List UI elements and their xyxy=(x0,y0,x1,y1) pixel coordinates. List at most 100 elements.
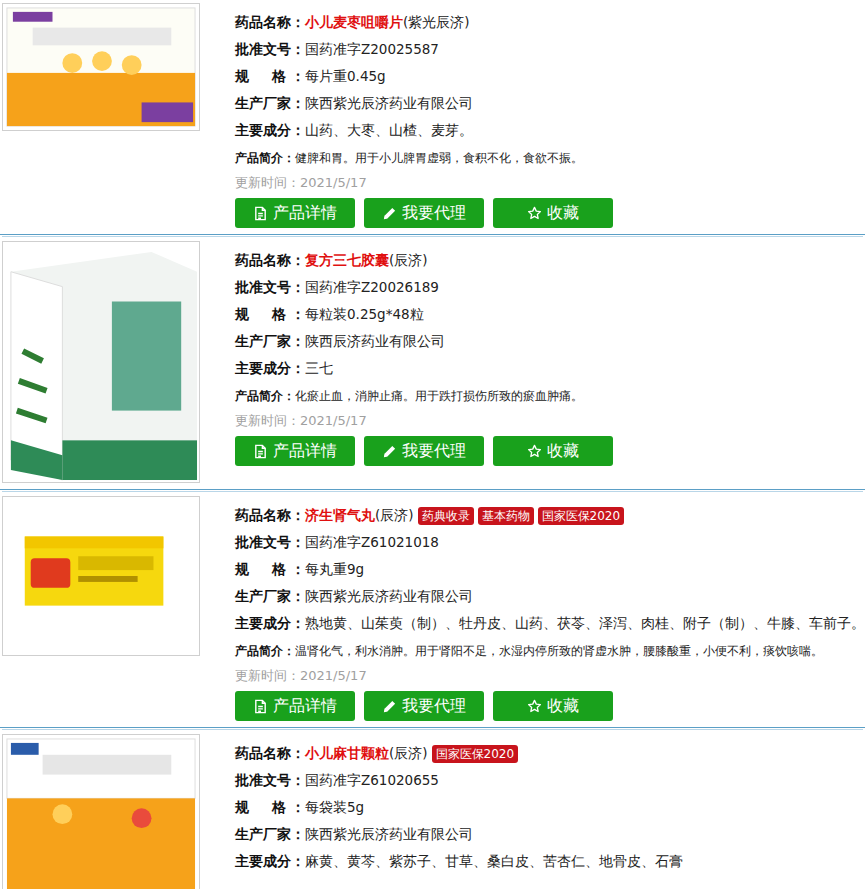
intro-line: 产品简介：健脾和胃。用于小儿脾胃虚弱，食积不化，食欲不振。 xyxy=(235,144,865,172)
field-label: 生产厂家： xyxy=(235,328,305,355)
product-row: 药品名称：复方三七胶囊(辰济)批准文号：国药准字Z20026189规 格：每粒装… xyxy=(0,238,865,490)
star-icon xyxy=(527,699,542,714)
button-label: 产品详情 xyxy=(273,441,337,462)
field-value: 国药准字Z61021018 xyxy=(305,529,439,556)
name-line: 药品名称：小儿麻甘颗粒(辰济)国家医保2020 xyxy=(235,740,865,767)
product-info: 药品名称：济生肾气丸(辰济)药典收录基本药物国家医保2020批准文号：国药准字Z… xyxy=(235,496,865,721)
field-value: 陕西紫光辰济药业有限公司 xyxy=(305,821,473,848)
product-image[interactable] xyxy=(2,3,200,131)
name-label: 药品名称： xyxy=(235,247,305,274)
name-line: 药品名称：复方三七胶囊(辰济) xyxy=(235,247,865,274)
update-time: 更新时间：2021/5/17 xyxy=(235,410,865,432)
favorite-button[interactable]: 收藏 xyxy=(493,436,613,466)
field-label: 批准文号： xyxy=(235,767,305,794)
field-line: 批准文号：国药准字Z20026189 xyxy=(235,274,865,301)
product-badge: 基本药物 xyxy=(478,507,534,525)
product-badge: 国家医保2020 xyxy=(432,745,519,763)
button-label: 收藏 xyxy=(547,203,579,224)
intro-value: 健脾和胃。用于小儿脾胃虚弱，食积不化，食欲不振。 xyxy=(295,144,583,172)
field-label: 规 格： xyxy=(235,301,305,328)
product-brand: (辰济) xyxy=(389,740,428,767)
field-value: 三七 xyxy=(305,355,333,382)
update-time: 更新时间：2021/5/17 xyxy=(235,172,865,194)
product-brand: (紫光辰济) xyxy=(403,9,470,36)
product-info: 药品名称：小儿麻甘颗粒(辰济)国家医保2020批准文号：国药准字Z6102065… xyxy=(235,734,865,875)
field-value: 陕西紫光辰济药业有限公司 xyxy=(305,90,473,117)
product-image[interactable] xyxy=(2,496,200,656)
product-name[interactable]: 济生肾气丸 xyxy=(305,502,375,529)
field-label: 规 格： xyxy=(235,63,305,90)
field-label: 批准文号： xyxy=(235,36,305,63)
product-image[interactable] xyxy=(2,241,200,483)
field-label: 批准文号： xyxy=(235,529,305,556)
field-value: 每袋装5g xyxy=(305,794,364,821)
product-list: 药品名称：小儿麦枣咀嚼片(紫光辰济)批准文号：国药准字Z20025587规 格：… xyxy=(0,0,865,889)
button-label: 我要代理 xyxy=(402,441,466,462)
button-bar: 产品详情 我要代理 收藏 xyxy=(235,436,865,466)
intro-label: 产品简介： xyxy=(235,144,295,172)
detail-button[interactable]: 产品详情 xyxy=(235,198,355,228)
favorite-button[interactable]: 收藏 xyxy=(493,198,613,228)
field-label: 规 格： xyxy=(235,556,305,583)
detail-button[interactable]: 产品详情 xyxy=(235,691,355,721)
product-name[interactable]: 复方三七胶囊 xyxy=(305,247,389,274)
field-line: 规 格：每片重0.45g xyxy=(235,63,865,90)
field-label: 生产厂家： xyxy=(235,583,305,610)
field-label: 生产厂家： xyxy=(235,821,305,848)
detail-button[interactable]: 产品详情 xyxy=(235,436,355,466)
field-line: 规 格：每袋装5g xyxy=(235,794,865,821)
name-label: 药品名称： xyxy=(235,9,305,36)
product-brand: (辰济) xyxy=(375,502,414,529)
button-label: 产品详情 xyxy=(273,696,337,717)
field-label: 生产厂家： xyxy=(235,90,305,117)
field-value: 麻黄、黄芩、紫苏子、甘草、桑白皮、苦杏仁、地骨皮、石膏 xyxy=(305,848,683,875)
product-image[interactable] xyxy=(2,734,200,889)
intro-label: 产品简介： xyxy=(235,382,295,410)
agent-button[interactable]: 我要代理 xyxy=(364,436,484,466)
pencil-icon xyxy=(382,699,397,714)
field-value: 每粒装0.25g*48粒 xyxy=(305,301,424,328)
product-info: 药品名称：复方三七胶囊(辰济)批准文号：国药准字Z20026189规 格：每粒装… xyxy=(235,241,865,466)
product-badge: 药典收录 xyxy=(418,507,474,525)
button-bar: 产品详情我要代理 收藏 xyxy=(235,198,865,228)
product-row: 药品名称：小儿麻甘颗粒(辰济)国家医保2020批准文号：国药准字Z6102065… xyxy=(0,731,865,889)
field-value: 熟地黄、山茱萸（制）、牡丹皮、山药、茯苓、泽泻、肉桂、附子（制）、牛膝、车前子。 xyxy=(305,610,865,637)
star-icon xyxy=(527,444,542,459)
agent-button[interactable]: 我要代理 xyxy=(364,691,484,721)
product-name[interactable]: 小儿麻甘颗粒 xyxy=(305,740,389,767)
product-name[interactable]: 小儿麦枣咀嚼片 xyxy=(305,9,403,36)
intro-value: 化瘀止血，消肿止痛。用于跌打损伤所致的瘀血肿痛。 xyxy=(295,382,583,410)
intro-line: 产品简介：温肾化气，利水消肿。用于肾阳不足，水湿内停所致的肾虚水肿，腰膝酸重，小… xyxy=(235,637,865,665)
button-bar: 产品详情 我要代理 收藏 xyxy=(235,691,865,721)
field-label: 规 格： xyxy=(235,794,305,821)
field-label: 主要成分： xyxy=(235,848,305,875)
field-label: 批准文号： xyxy=(235,274,305,301)
field-line: 生产厂家：陕西辰济药业有限公司 xyxy=(235,328,865,355)
field-label: 主要成分： xyxy=(235,117,305,144)
favorite-button[interactable]: 收藏 xyxy=(493,691,613,721)
field-value: 每丸重9g xyxy=(305,556,364,583)
field-line: 批准文号：国药准字Z20025587 xyxy=(235,36,865,63)
button-label: 我要代理 xyxy=(402,696,466,717)
field-line: 主要成分：熟地黄、山茱萸（制）、牡丹皮、山药、茯苓、泽泻、肉桂、附子（制）、牛膝… xyxy=(235,610,865,637)
field-value: 陕西辰济药业有限公司 xyxy=(305,328,445,355)
intro-value: 温肾化气，利水消肿。用于肾阳不足，水湿内停所致的肾虚水肿，腰膝酸重，小便不利，痰… xyxy=(295,637,823,665)
agent-button[interactable]: 我要代理 xyxy=(364,198,484,228)
document-icon xyxy=(253,699,268,714)
field-line: 生产厂家：陕西紫光辰济药业有限公司 xyxy=(235,583,865,610)
field-line: 规 格：每丸重9g xyxy=(235,556,865,583)
product-badge: 国家医保2020 xyxy=(538,507,625,525)
star-icon xyxy=(527,206,542,221)
field-label: 主要成分： xyxy=(235,355,305,382)
field-line: 主要成分：麻黄、黄芩、紫苏子、甘草、桑白皮、苦杏仁、地骨皮、石膏 xyxy=(235,848,865,875)
field-value: 国药准字Z20025587 xyxy=(305,36,439,63)
field-line: 生产厂家：陕西紫光辰济药业有限公司 xyxy=(235,90,865,117)
field-value: 山药、大枣、山楂、麦芽。 xyxy=(305,117,473,144)
update-time: 更新时间：2021/5/17 xyxy=(235,665,865,687)
name-line: 药品名称：济生肾气丸(辰济)药典收录基本药物国家医保2020 xyxy=(235,502,865,529)
field-label: 主要成分： xyxy=(235,610,305,637)
product-row: 药品名称：小儿麦枣咀嚼片(紫光辰济)批准文号：国药准字Z20025587规 格：… xyxy=(0,0,865,235)
name-label: 药品名称： xyxy=(235,502,305,529)
document-icon xyxy=(253,206,268,221)
field-line: 主要成分：山药、大枣、山楂、麦芽。 xyxy=(235,117,865,144)
